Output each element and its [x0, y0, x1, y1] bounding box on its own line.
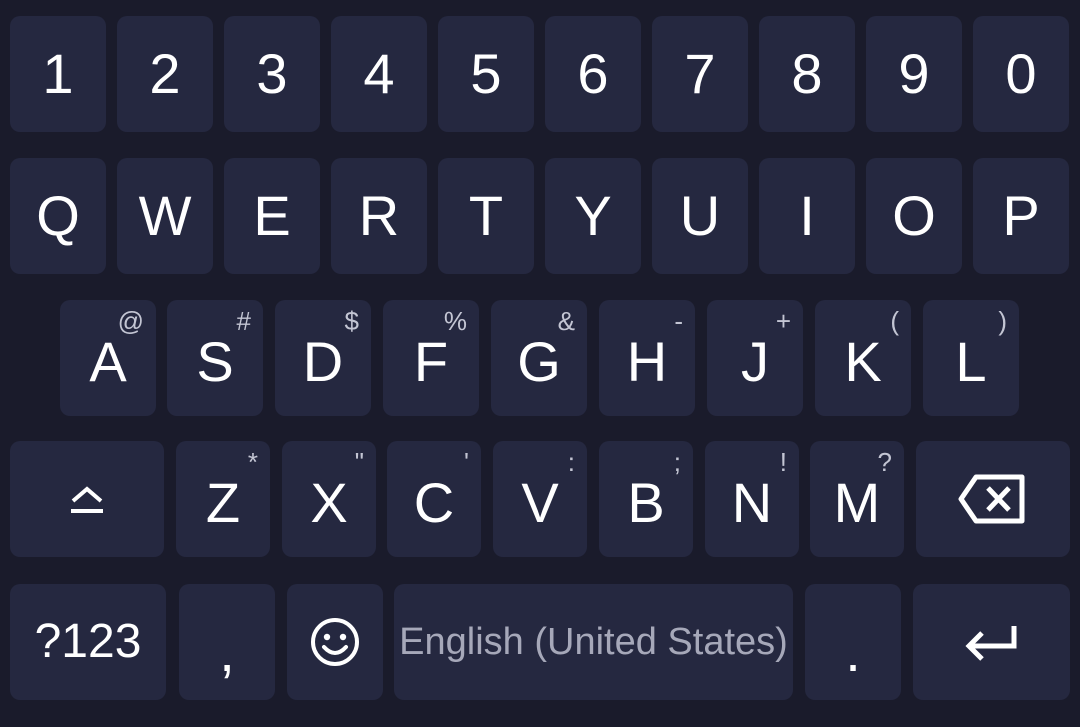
key-9[interactable]: 9	[866, 16, 962, 132]
key-o[interactable]: O	[866, 158, 962, 274]
key-label: 0	[1005, 42, 1037, 105]
key-7[interactable]: 7	[652, 16, 748, 132]
key-label: R	[358, 184, 400, 247]
key-6[interactable]: 6	[545, 16, 641, 132]
key-f[interactable]: % F	[383, 300, 479, 416]
key-y[interactable]: Y	[545, 158, 641, 274]
key-d[interactable]: $ D	[275, 300, 371, 416]
space-bar[interactable]: English (United States)	[394, 584, 793, 700]
comma-key[interactable]: ,	[179, 584, 275, 700]
key-i[interactable]: I	[759, 158, 855, 274]
key-n[interactable]: ! N	[705, 441, 799, 557]
key-l[interactable]: ) L	[923, 300, 1019, 416]
emoji-key[interactable]	[287, 584, 383, 700]
key-c[interactable]: ' C	[387, 441, 481, 557]
key-label: 9	[898, 42, 930, 105]
key-label: F	[413, 330, 449, 393]
key-h[interactable]: -H	[599, 300, 695, 416]
key-label: 2	[149, 42, 181, 105]
shift-key[interactable]	[10, 441, 164, 557]
key-label: X	[310, 471, 348, 534]
key-u[interactable]: U	[652, 158, 748, 274]
key-m[interactable]: ? M	[810, 441, 904, 557]
key-1[interactable]: 1	[10, 16, 106, 132]
backspace-key[interactable]	[916, 441, 1070, 557]
period-label: .	[845, 620, 861, 683]
key-g[interactable]: & G	[491, 300, 587, 416]
key-w[interactable]: W	[117, 158, 213, 274]
key-label: M	[833, 471, 881, 534]
enter-icon	[913, 584, 1070, 700]
key-label: A	[89, 330, 127, 393]
key-label: W	[138, 184, 192, 247]
key-label: L	[955, 330, 987, 393]
key-z[interactable]: * Z	[176, 441, 270, 557]
key-label: E	[253, 184, 291, 247]
key-3[interactable]: 3	[224, 16, 320, 132]
key-label: N	[731, 471, 773, 534]
key-4[interactable]: 4	[331, 16, 427, 132]
keyboard: 1 2 3 4 5 6 7 8 9 0 Q W E R T Y U I O P …	[0, 0, 1080, 727]
enter-key[interactable]	[913, 584, 1070, 700]
key-label: Q	[36, 184, 80, 247]
key-label: P	[1002, 184, 1040, 247]
key-v[interactable]: :V	[493, 441, 587, 557]
key-k[interactable]: (K	[815, 300, 911, 416]
key-q[interactable]: Q	[10, 158, 106, 274]
key-label: K	[844, 330, 882, 393]
key-s[interactable]: # S	[167, 300, 263, 416]
key-label: H	[626, 330, 668, 393]
key-e[interactable]: E	[224, 158, 320, 274]
period-key[interactable]: .	[805, 584, 901, 700]
emoji-icon	[287, 584, 383, 700]
key-5[interactable]: 5	[438, 16, 534, 132]
backspace-icon	[916, 441, 1070, 557]
key-label: 1	[42, 42, 74, 105]
key-b[interactable]: ; B	[599, 441, 693, 557]
key-label: 8	[791, 42, 823, 105]
key-label: Z	[205, 471, 241, 534]
key-label: 4	[363, 42, 395, 105]
key-8[interactable]: 8	[759, 16, 855, 132]
comma-label: ,	[219, 620, 235, 683]
space-label: English (United States)	[399, 621, 788, 663]
key-label: 7	[684, 42, 716, 105]
symbols-key[interactable]: ?123	[10, 584, 166, 700]
key-label: S	[196, 330, 234, 393]
key-label: 5	[470, 42, 502, 105]
key-label: V	[521, 471, 559, 534]
symbols-label: ?123	[34, 615, 142, 668]
key-label: Y	[574, 184, 612, 247]
key-t[interactable]: T	[438, 158, 534, 274]
key-0[interactable]: 0	[973, 16, 1069, 132]
key-j[interactable]: + J	[707, 300, 803, 416]
key-label: C	[413, 471, 455, 534]
key-label: U	[679, 184, 721, 247]
key-2[interactable]: 2	[117, 16, 213, 132]
key-x[interactable]: " X	[282, 441, 376, 557]
key-label: T	[468, 184, 504, 247]
key-label: J	[741, 330, 769, 393]
key-label: 6	[577, 42, 609, 105]
key-label: G	[517, 330, 561, 393]
key-label: D	[302, 330, 344, 393]
key-r[interactable]: R	[331, 158, 427, 274]
key-p[interactable]: P	[973, 158, 1069, 274]
key-label: O	[892, 184, 936, 247]
shift-icon	[10, 441, 164, 557]
key-label: B	[627, 471, 665, 534]
key-label: I	[799, 184, 815, 247]
key-label: 3	[256, 42, 288, 105]
key-a[interactable]: @ A	[60, 300, 156, 416]
